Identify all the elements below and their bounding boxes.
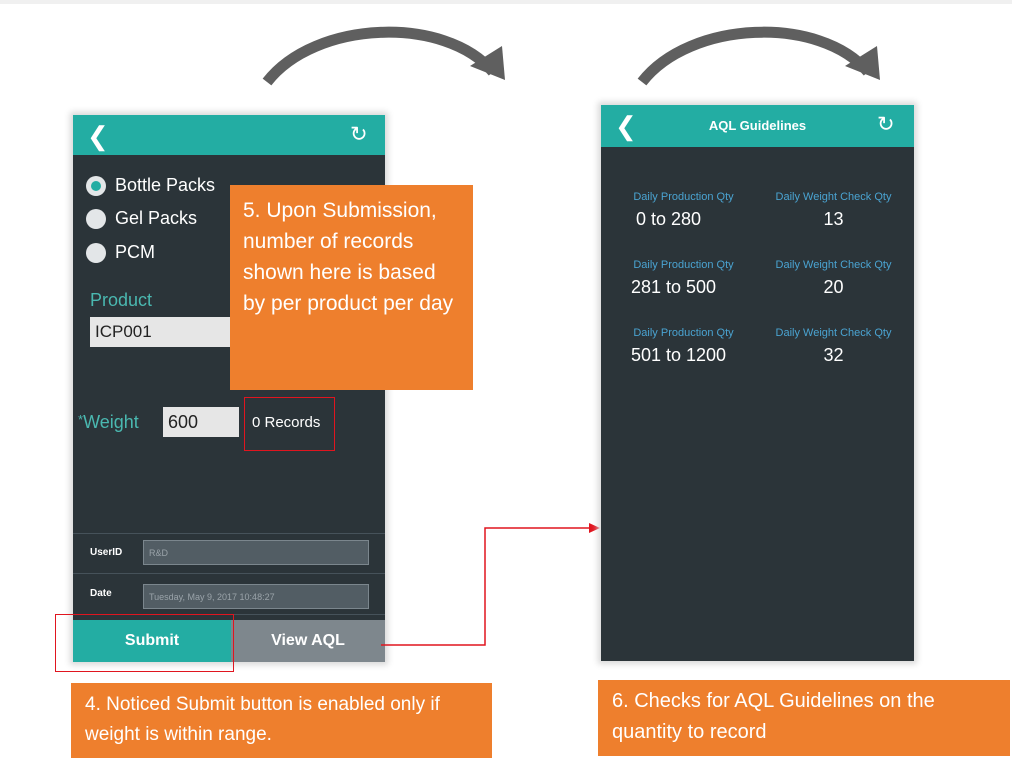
date-label: Date <box>90 588 112 599</box>
form-header: ❮ ↻ <box>73 115 385 155</box>
submit-highlight-box <box>55 614 234 672</box>
radio-unselected-icon <box>86 242 106 263</box>
aql-row-1-weight: Daily Weight Check Qty 13 <box>761 191 906 230</box>
radio-label: Gel Packs <box>115 208 198 228</box>
date-field: Tuesday, May 9, 2017 10:48:27 <box>143 584 369 609</box>
callout-step4-text: 4. Noticed Submit button is enabled only… <box>85 694 440 745</box>
connector-arrow-icon <box>381 523 600 646</box>
divider <box>73 533 385 534</box>
aql-row-2-production: Daily Production Qty 281 to 500 <box>611 259 756 298</box>
back-chevron-icon[interactable]: ❮ <box>87 121 109 152</box>
radio-bottle-packs[interactable]: Bottle Packs <box>86 175 215 196</box>
flow-arrow-left-icon <box>262 26 505 86</box>
aql-screen: ❮ AQL Guidelines ↻ Daily Production Qty … <box>601 105 914 661</box>
production-qty-header: Daily Production Qty <box>633 259 734 271</box>
userid-field: R&D <box>143 540 369 565</box>
aql-title: AQL Guidelines <box>708 118 807 133</box>
top-band <box>0 0 1012 4</box>
aql-header: ❮ AQL Guidelines ↻ <box>601 105 914 147</box>
production-qty-header: Daily Production Qty <box>633 191 734 203</box>
aql-row-3-weight: Daily Weight Check Qty 32 <box>761 327 906 366</box>
production-qty-header: Daily Production Qty <box>633 327 734 339</box>
refresh-icon[interactable]: ↻ <box>877 112 895 137</box>
callout-step6-text: 6. Checks for AQL Guidelines on the quan… <box>612 690 935 743</box>
refresh-icon[interactable]: ↻ <box>350 122 368 147</box>
aql-row-1-production: Daily Production Qty 0 to 280 <box>611 191 756 230</box>
weight-check-qty-value: 13 <box>823 209 844 229</box>
production-qty-value: 0 to 280 <box>635 209 702 229</box>
weight-input[interactable]: 600 <box>163 407 239 437</box>
radio-selected-icon <box>86 175 106 196</box>
callout-step6: 6. Checks for AQL Guidelines on the quan… <box>598 680 1010 756</box>
weight-check-qty-header: Daily Weight Check Qty <box>775 327 892 339</box>
production-qty-value: 501 to 1200 <box>630 345 727 365</box>
callout-step4: 4. Noticed Submit button is enabled only… <box>71 683 492 758</box>
callout-step5-text: 5. Upon Submission, number of records sh… <box>243 199 454 315</box>
records-highlight-box <box>244 397 335 451</box>
weight-check-qty-value: 32 <box>823 345 844 365</box>
aql-row-3-production: Daily Production Qty 501 to 1200 <box>611 327 756 366</box>
weight-label: *Weight <box>78 412 139 433</box>
radio-label: Bottle Packs <box>115 175 216 195</box>
weight-check-qty-header: Daily Weight Check Qty <box>775 191 892 203</box>
radio-pcm[interactable]: PCM <box>86 242 155 263</box>
weight-label-text: Weight <box>83 412 139 432</box>
aql-row-2-weight: Daily Weight Check Qty 20 <box>761 259 906 298</box>
weight-check-qty-header: Daily Weight Check Qty <box>775 259 892 271</box>
flow-arrow-right-icon <box>637 26 880 86</box>
divider <box>73 573 385 574</box>
product-label: Product <box>90 290 153 310</box>
view-aql-button[interactable]: View AQL <box>231 620 385 662</box>
product-input[interactable]: ICP001 <box>90 317 230 347</box>
radio-gel-packs[interactable]: Gel Packs <box>86 208 197 229</box>
radio-unselected-icon <box>86 208 106 229</box>
userid-label: UserID <box>90 547 123 558</box>
radio-label: PCM <box>115 242 155 262</box>
callout-step5: 5. Upon Submission, number of records sh… <box>230 185 473 390</box>
weight-check-qty-value: 20 <box>823 277 844 297</box>
production-qty-value: 281 to 500 <box>630 277 717 297</box>
